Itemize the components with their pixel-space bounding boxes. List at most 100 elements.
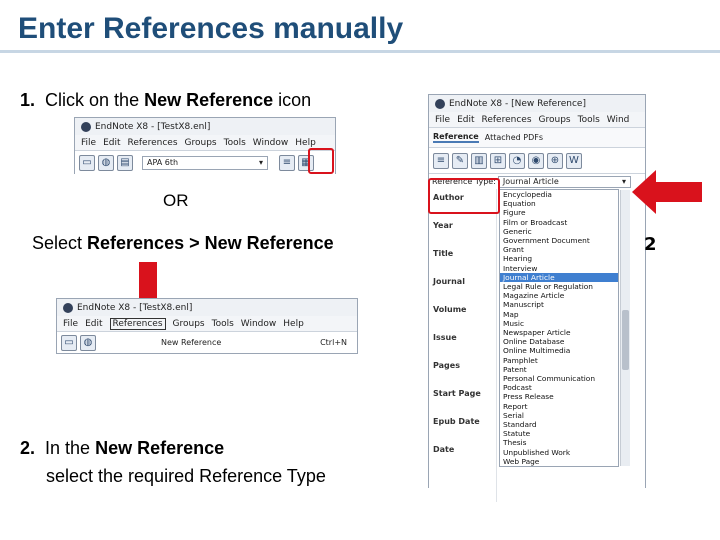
step2-text: 2. In the New Reference select the requi… (20, 434, 326, 490)
attach-figure-icon[interactable]: ◔ (509, 152, 525, 169)
menu-file[interactable]: File (81, 138, 96, 148)
field-date[interactable]: Date (433, 441, 496, 469)
tab-reference[interactable]: Reference (433, 132, 479, 143)
reference-type-option[interactable]: Unpublished Work (500, 448, 618, 457)
folder-icon[interactable]: ▭ (61, 334, 77, 351)
field-pages[interactable]: Pages (433, 357, 496, 385)
field-journal[interactable]: Journal (433, 273, 496, 301)
reference-type-option[interactable]: Music (500, 319, 618, 328)
find-text-icon[interactable]: ◉ (528, 152, 544, 169)
word-icon[interactable]: W (566, 152, 582, 169)
field-volume[interactable]: Volume (433, 301, 496, 329)
reference-type-option[interactable]: Encyclopedia (500, 190, 618, 199)
menu-edit[interactable]: Edit (457, 115, 474, 125)
field-year[interactable]: Year (433, 217, 496, 245)
window-titlebar: EndNote X8 - [New Reference] (429, 95, 645, 112)
tab-attached-pdfs[interactable]: Attached PDFs (485, 133, 543, 142)
reference-type-dropdown[interactable]: Encyclopedia Equation Figure Film or Broadc… (499, 189, 630, 468)
step1-text: 1. Click on the New Reference icon (20, 90, 311, 111)
folder-icon[interactable]: ▭ (79, 154, 95, 171)
reference-type-option[interactable]: Legal Rule or Regulation (500, 282, 618, 291)
reference-body: Author Year Title Journal Volume Issue P… (429, 189, 645, 502)
step1-post: icon (273, 90, 312, 110)
chevron-down-icon: ▾ (621, 177, 626, 186)
reference-type-option[interactable]: Online Multimedia (500, 346, 618, 355)
menu-help[interactable]: Help (283, 319, 304, 329)
reference-type-option[interactable]: Interview (500, 264, 618, 273)
endnote-logo-icon (81, 121, 91, 132)
reference-type-option[interactable]: Online Database (500, 337, 618, 346)
menu-groups[interactable]: Groups (539, 115, 571, 125)
menu-tools[interactable]: Tools (224, 138, 246, 148)
reference-type-option[interactable]: Podcast (500, 383, 618, 392)
reference-type-option[interactable]: Map (500, 310, 618, 319)
field-title[interactable]: Title (433, 245, 496, 273)
menu-edit[interactable]: Edit (85, 319, 102, 329)
library-mode-icon[interactable]: ▤ (117, 154, 133, 171)
red-arrow-left-icon (632, 170, 702, 214)
window-title: EndNote X8 - [New Reference] (449, 98, 586, 109)
reference-type-option[interactable]: Patent (500, 365, 618, 374)
new-reference-window: EndNote X8 - [New Reference] File Edit R… (428, 94, 646, 502)
field-issue[interactable]: Issue (433, 329, 496, 357)
globe-icon[interactable]: ◍ (80, 334, 96, 351)
globe-icon[interactable]: ◍ (98, 154, 114, 171)
reference-type-option[interactable]: Film or Broadcast (500, 218, 618, 227)
menu-file[interactable]: File (63, 319, 78, 329)
url-icon[interactable]: ⊕ (547, 152, 563, 169)
toolbar: ▭ ◍ ▤ APA 6th ▾ ≡ ▦ (75, 150, 335, 174)
reference-type-option[interactable]: Serial (500, 411, 618, 420)
menu-tools[interactable]: Tools (578, 115, 600, 125)
attach-icon[interactable]: ⊞ (490, 152, 506, 169)
chevron-down-icon: ▾ (258, 158, 263, 167)
endnote-window-toolbar: EndNote X8 - [TestX8.enl] File Edit Refe… (74, 117, 336, 174)
reference-type-option[interactable]: Government Document (500, 236, 618, 245)
menu-edit[interactable]: Edit (103, 138, 120, 148)
reference-type-option[interactable]: Equation (500, 199, 618, 208)
endnote-logo-icon (63, 302, 73, 313)
reference-type-option[interactable]: Generic (500, 227, 618, 236)
scrollbar-thumb[interactable] (622, 310, 629, 370)
reference-type-option[interactable]: Manuscript (500, 300, 618, 309)
edit-icon[interactable]: ✎ (452, 152, 468, 169)
insert-citation-icon[interactable]: ≡ (279, 154, 295, 171)
step2-bold: New Reference (95, 438, 225, 458)
reference-type-option[interactable]: Magazine Article (500, 291, 618, 300)
reference-type-option[interactable]: Hearing (500, 254, 618, 263)
menu-help[interactable]: Help (295, 138, 316, 148)
reference-type-option[interactable]: Pamphlet (500, 356, 618, 365)
step2-pre: In the (45, 438, 96, 458)
reference-type-option[interactable]: Thesis (500, 438, 618, 447)
reference-type-option[interactable]: Press Release (500, 392, 618, 401)
reference-type-select[interactable]: Journal Article ▾ (497, 175, 631, 188)
reference-type-option[interactable]: Statute (500, 429, 618, 438)
menu-window[interactable]: Wind (607, 115, 630, 125)
menu-window[interactable]: Window (241, 319, 277, 329)
reference-type-option[interactable]: Report (500, 402, 618, 411)
field-start-page[interactable]: Start Page (433, 385, 496, 413)
dropdown-scrollbar[interactable] (620, 190, 630, 467)
menu-references[interactable]: References (128, 138, 178, 148)
slide-title: Enter References manually (18, 12, 404, 45)
reference-type-option[interactable]: Newspaper Article (500, 328, 618, 337)
group-icon[interactable]: ▥ (471, 152, 487, 169)
menu-tools[interactable]: Tools (212, 319, 234, 329)
field-epub-date[interactable]: Epub Date (433, 413, 496, 441)
menu-groups[interactable]: Groups (185, 138, 217, 148)
menu-file[interactable]: File (435, 115, 450, 125)
menu-references[interactable]: References (482, 115, 532, 125)
reference-type-option[interactable]: Figure (500, 208, 618, 217)
reference-type-option[interactable]: Web Page (500, 457, 618, 466)
save-icon[interactable]: ≡ (433, 152, 449, 169)
step-badge: 2 (644, 234, 657, 255)
reference-type-option[interactable]: Standard (500, 420, 618, 429)
menu-references[interactable]: References (109, 317, 166, 330)
reference-type-option[interactable]: Personal Communication (500, 374, 618, 383)
menu-item-new-reference[interactable]: New Reference (161, 338, 221, 347)
reference-type-option[interactable]: Journal Article (500, 272, 618, 283)
reference-type-option[interactable]: Grant (500, 245, 618, 254)
menu-bar: File Edit References Groups Tools Window… (57, 316, 357, 331)
menu-window[interactable]: Window (253, 138, 289, 148)
menu-groups[interactable]: Groups (173, 319, 205, 329)
output-style-select[interactable]: APA 6th ▾ (142, 155, 268, 170)
